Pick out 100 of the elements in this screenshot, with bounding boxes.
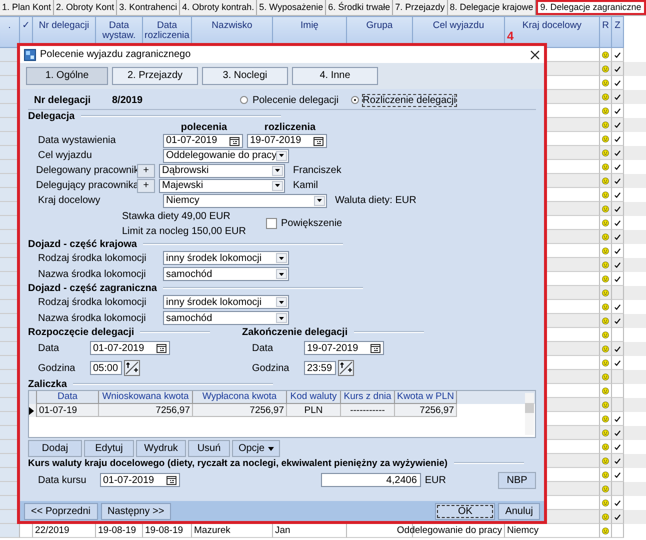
module-tab[interactable]: 6. Środki trwałe: [326, 0, 394, 15]
dropdown[interactable]: Oddelegowanie do pracy: [163, 148, 289, 162]
module-tab[interactable]: 3. Kontrahenci: [117, 0, 180, 15]
caret-icon[interactable]: [314, 196, 325, 206]
caret-icon[interactable]: [276, 313, 287, 323]
dialog-tab[interactable]: 2. Przejazdy: [112, 67, 198, 85]
smiley-icon: [602, 442, 609, 452]
add-button[interactable]: +: [137, 178, 155, 192]
dropdown[interactable]: samochód: [163, 311, 289, 325]
smiley-icon: [602, 162, 609, 172]
dropdown[interactable]: Majewski: [159, 178, 285, 192]
dropdown[interactable]: Dąbrowski: [159, 164, 285, 178]
caret-icon[interactable]: [276, 253, 287, 263]
calendar-icon[interactable]: [166, 475, 177, 486]
radio-label[interactable]: Polecenie delegacji: [252, 94, 339, 106]
smiley-icon: [602, 218, 609, 228]
close-icon[interactable]: [530, 50, 540, 60]
dropdown[interactable]: inny środek lokomocji: [163, 251, 289, 265]
spinner-icon[interactable]: [124, 360, 140, 376]
caret-icon[interactable]: [272, 180, 283, 190]
spinner-icon[interactable]: [338, 360, 354, 376]
checkbox-label[interactable]: Powiększenie: [280, 218, 342, 228]
dropdown[interactable]: samochód: [163, 267, 289, 281]
caret-icon: [268, 446, 274, 450]
smiley-icon: [602, 484, 609, 494]
annotation-number: 4: [507, 30, 514, 42]
column-label: rozliczenia: [263, 122, 317, 133]
column-header[interactable]: R: [600, 16, 612, 48]
dialog-tab[interactable]: 4. Inne: [292, 67, 378, 85]
calendar-icon[interactable]: [313, 136, 324, 146]
ok-button[interactable]: OK: [435, 502, 496, 520]
module-tab[interactable]: 7. Przejazdy: [393, 0, 448, 15]
toolbar-button[interactable]: Edytuj: [84, 440, 134, 457]
smiley-icon: [602, 358, 609, 368]
date-field[interactable]: 01-07-2019: [90, 341, 170, 355]
dropdown[interactable]: Niemcy: [163, 194, 327, 208]
toolbar-button[interactable]: Usuń: [188, 440, 230, 457]
field-label: Nr delegacji: [34, 94, 92, 106]
field-label: Rodzaj środka lokomocji: [37, 252, 148, 264]
nbp-button[interactable]: NBP: [498, 472, 536, 488]
table-cell: Niemcy: [507, 525, 539, 536]
calendar-icon[interactable]: [156, 343, 167, 354]
table-cell: -----------: [350, 404, 385, 416]
toolbar-button[interactable]: Wydruk: [136, 440, 186, 457]
next-button[interactable]: Następny >>: [100, 502, 172, 520]
module-tab[interactable]: 9. Delegacje zagraniczne: [536, 0, 646, 15]
module-tab[interactable]: 4. Obroty kontrah.: [180, 0, 258, 15]
smiley-icon: [602, 92, 609, 102]
smiley-icon: [602, 120, 609, 130]
module-tab[interactable]: 2. Obroty Kont: [54, 0, 118, 15]
smiley-icon: [602, 274, 609, 284]
radio-button[interactable]: [350, 96, 359, 104]
rate-field[interactable]: 4,2406: [320, 473, 421, 487]
date-field[interactable]: 01-07-2019: [163, 134, 243, 148]
table-cell: Mazurek: [194, 525, 230, 536]
add-button[interactable]: +: [137, 164, 155, 178]
column-header[interactable]: .: [0, 16, 20, 48]
toolbar-button[interactable]: Dodaj: [28, 440, 82, 457]
date-field[interactable]: 19-07-2019: [304, 341, 384, 355]
table-cell: 19-08-19: [145, 525, 184, 536]
smiley-icon: [602, 428, 609, 438]
smiley-icon: [602, 498, 609, 508]
table-cell: 7256,97: [420, 404, 454, 416]
dialog-tab[interactable]: 1. Ogólne: [26, 67, 108, 85]
caret-icon[interactable]: [276, 150, 287, 160]
section-title: Rozpoczęcie delegacji: [28, 326, 134, 338]
field-label: Nazwa środka lokomocji: [37, 312, 147, 324]
date-field[interactable]: 19-07-2019: [247, 134, 327, 148]
scrollbar[interactable]: [525, 393, 534, 435]
table-cell: 7256,97: [250, 404, 284, 416]
table-cell: 22/2019: [35, 525, 70, 536]
dialog-tab[interactable]: 3. Noclegi: [202, 67, 288, 85]
checkbox[interactable]: [266, 218, 277, 228]
module-tab[interactable]: 5. Wyposażenie: [257, 0, 326, 15]
radio-button[interactable]: [240, 96, 248, 104]
module-tab[interactable]: 1. Plan Kont: [0, 0, 54, 15]
column-header[interactable]: Z: [612, 16, 624, 48]
toolbar-button[interactable]: Opcje: [232, 440, 280, 457]
time-field[interactable]: 05:00: [90, 361, 122, 375]
dropdown[interactable]: inny środek lokomocji: [163, 295, 289, 309]
caret-icon[interactable]: [272, 166, 283, 176]
table-row[interactable]: 01-07-19 7256,97 7256,97 PLN ----------- 7256,97: [29, 404, 457, 417]
smiley-icon: [602, 302, 609, 312]
smiley-icon: [602, 246, 609, 256]
caret-icon[interactable]: [276, 269, 287, 279]
first-name: Franciszek: [293, 165, 342, 176]
calendar-icon[interactable]: [370, 343, 381, 354]
section-title: Dojazd - część krajowa: [28, 238, 137, 250]
previous-button[interactable]: << Poprzedni: [24, 502, 98, 520]
cancel-button[interactable]: Anuluj: [498, 502, 540, 520]
calendar-icon[interactable]: [229, 136, 240, 146]
field-label: Data wystawienia: [37, 135, 117, 146]
date-field[interactable]: 01-07-2019: [100, 473, 180, 487]
smiley-icon: [602, 78, 609, 88]
radio-label[interactable]: Rozliczenie delegacji: [362, 94, 456, 106]
delegation-number: 8/2019: [112, 94, 143, 106]
smiley-icon: [602, 526, 609, 536]
time-field[interactable]: 23:59: [304, 361, 336, 375]
row-pointer-icon: [29, 406, 34, 414]
caret-icon[interactable]: [276, 297, 287, 307]
